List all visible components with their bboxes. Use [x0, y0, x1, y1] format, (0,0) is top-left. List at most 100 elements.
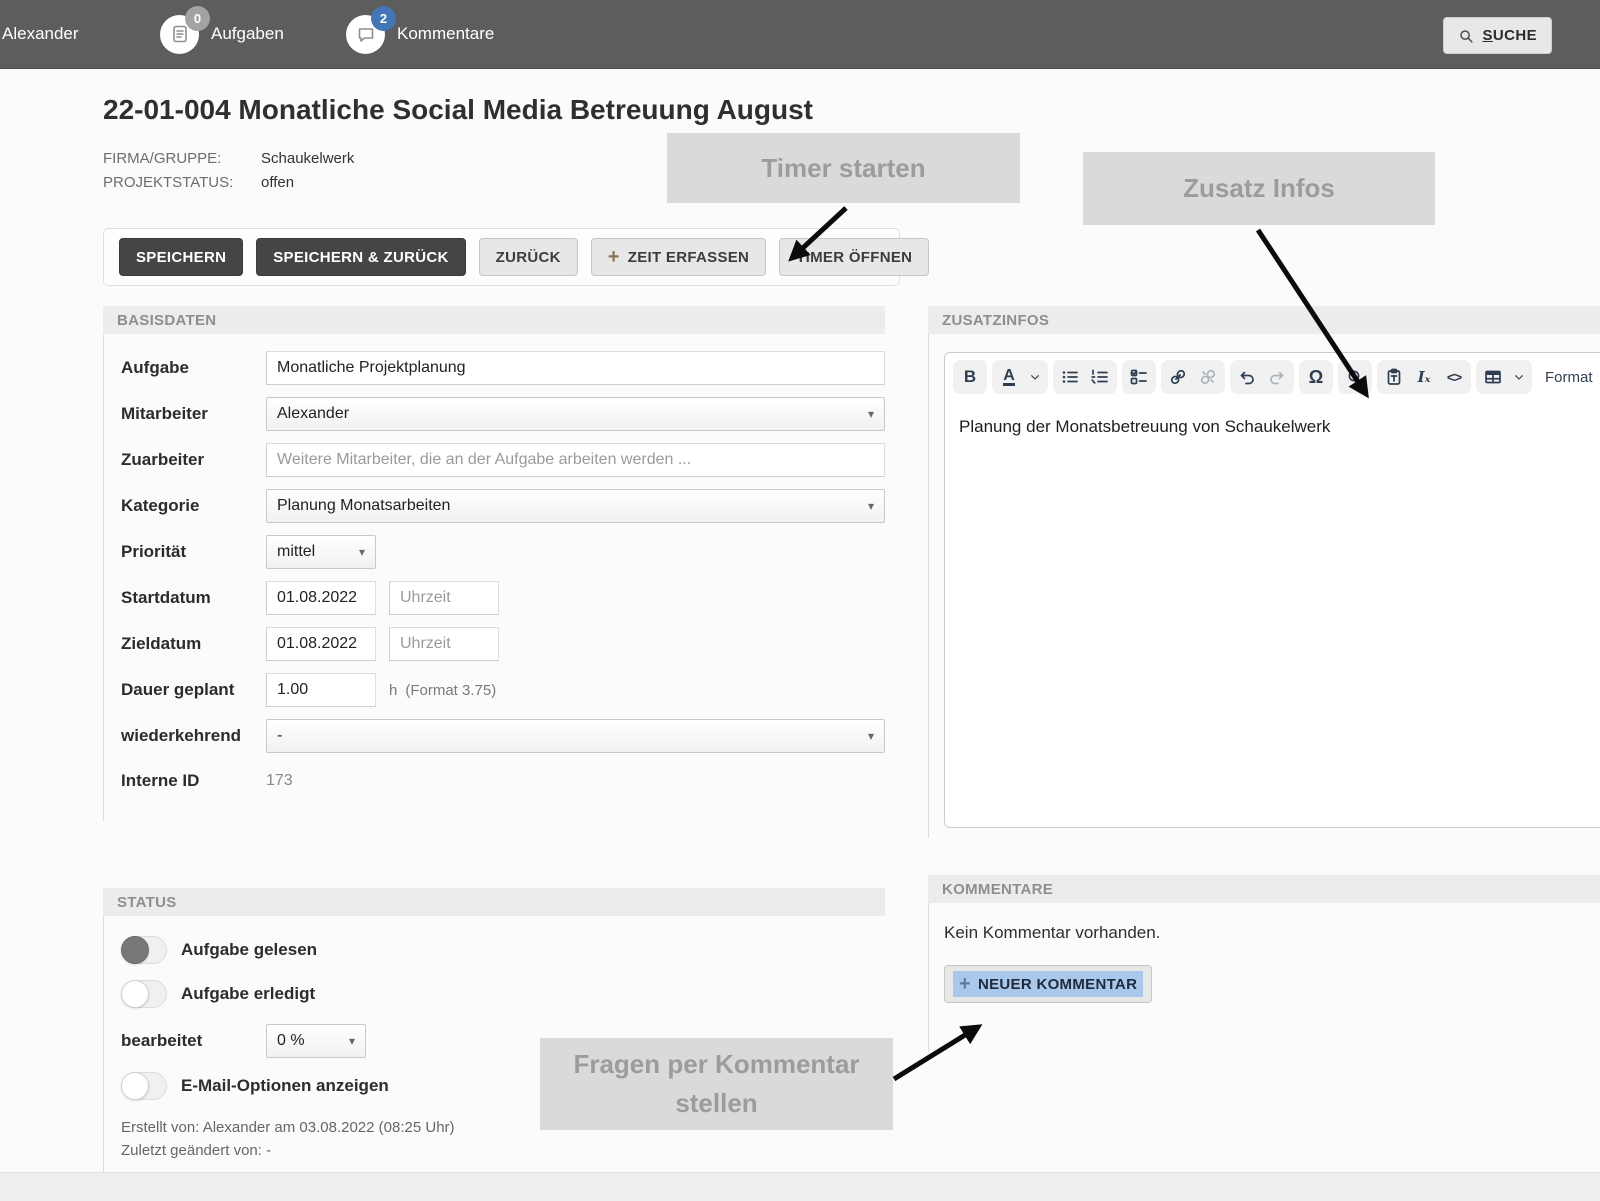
nav-kommentare[interactable]: 2 Kommentare	[346, 0, 494, 68]
link-button[interactable]	[1163, 362, 1193, 392]
prioritaet-label: Priorität	[121, 542, 266, 562]
special-char-button[interactable]: Ω	[1301, 362, 1331, 392]
editor-toolbar: B A Ω	[945, 353, 1600, 401]
task-list-button[interactable]	[1124, 362, 1154, 392]
zeit-erfassen-button[interactable]: + ZEIT ERFASSEN	[591, 238, 766, 276]
status-header: STATUS	[103, 888, 885, 916]
neuer-kommentar-button[interactable]: + NEUER KOMMENTAR	[944, 965, 1152, 1003]
redo-button[interactable]	[1262, 362, 1292, 392]
status-section: STATUS Aufgabe gelesen Aufgabe erledigt …	[103, 888, 885, 1182]
ordered-list-button[interactable]	[1085, 362, 1115, 392]
aufgabe-input[interactable]	[266, 351, 885, 385]
interne-id-value: 173	[266, 772, 293, 790]
timer-oeffnen-button[interactable]: TIMER ÖFFNEN	[779, 238, 929, 276]
interne-id-label: Interne ID	[121, 771, 266, 791]
field-row-dauer: Dauer geplant h (Format 3.75)	[121, 673, 885, 707]
table-dropdown[interactable]	[1508, 362, 1530, 392]
email-optionen-label: E-Mail-Optionen anzeigen	[181, 1076, 389, 1096]
find-replace-button[interactable]	[1340, 362, 1370, 392]
table-icon	[1484, 368, 1502, 386]
field-row-zieldatum: Zieldatum	[121, 627, 885, 661]
richtext-editor: B A Ω	[944, 352, 1600, 828]
editor-content[interactable]: Planung der Monatsbetreuung von Schaukel…	[945, 401, 1600, 453]
field-row-kategorie: Kategorie Planung Monatsarbeiten ▾	[121, 489, 885, 523]
unlink-icon	[1199, 368, 1217, 386]
unlink-button[interactable]	[1193, 362, 1223, 392]
font-color-button[interactable]: A	[994, 362, 1024, 392]
basisdaten-section: BASISDATEN Aufgabe Mitarbeiter Alexander…	[103, 306, 885, 821]
search-button[interactable]: SUCHE	[1443, 17, 1552, 54]
startdatum-input[interactable]	[266, 581, 376, 615]
basisdaten-header: BASISDATEN	[103, 306, 885, 334]
zuarbeiter-label: Zuarbeiter	[121, 450, 266, 470]
aufgabe-erledigt-label: Aufgabe erledigt	[181, 984, 315, 1004]
prioritaet-select[interactable]: mittel ▾	[266, 535, 376, 569]
aufgabe-erledigt-toggle[interactable]	[121, 980, 167, 1008]
firma-gruppe-label: FIRMA/GRUPPE:	[103, 150, 261, 167]
zuarbeiter-input[interactable]	[266, 443, 885, 477]
nav-aufgaben[interactable]: 0 Aufgaben	[160, 0, 284, 68]
wiederkehrend-select-value: -	[277, 727, 860, 745]
font-color-icon: A	[1003, 368, 1015, 386]
wiederkehrend-select[interactable]: - ▾	[266, 719, 885, 753]
prioritaet-select-value: mittel	[277, 543, 351, 561]
aufgaben-badge: 0	[185, 6, 210, 31]
startdatum-uhrzeit-input[interactable]	[389, 581, 499, 615]
mitarbeiter-label: Mitarbeiter	[121, 404, 266, 424]
dauer-input[interactable]	[266, 673, 376, 707]
projektstatus-value: offen	[261, 174, 354, 191]
tasks-icon-wrap: 0	[160, 15, 199, 54]
dauer-suffix: h	[389, 682, 397, 699]
wiederkehrend-label: wiederkehrend	[121, 726, 266, 746]
bold-button[interactable]: B	[955, 362, 985, 392]
chevron-down-icon	[1029, 371, 1041, 383]
redo-icon	[1268, 368, 1286, 386]
undo-button[interactable]	[1232, 362, 1262, 392]
caret-down-icon: ▾	[349, 1034, 355, 1048]
zurueck-button[interactable]: ZURÜCK	[479, 238, 578, 276]
magnifier-icon	[1346, 368, 1364, 386]
mitarbeiter-select[interactable]: Alexander ▾	[266, 397, 885, 431]
zieldatum-uhrzeit-input[interactable]	[389, 627, 499, 661]
toggle-knob	[121, 1072, 149, 1100]
selection-highlight: + NEUER KOMMENTAR	[953, 971, 1143, 997]
nav-aufgaben-label: Aufgaben	[211, 24, 284, 44]
projektstatus-label: PROJEKTSTATUS:	[103, 174, 261, 191]
table-button[interactable]	[1478, 362, 1508, 392]
action-toolbar: SPEICHERN SPEICHERN & ZURÜCK ZURÜCK + ZE…	[103, 228, 900, 286]
startdatum-label: Startdatum	[121, 588, 266, 608]
dauer-format-hint: (Format 3.75)	[405, 682, 496, 699]
user-menu[interactable]: Alexander	[2, 0, 79, 68]
search-icon	[1458, 28, 1474, 44]
kommentare-section: KOMMENTARE Kein Kommentar vorhanden. + N…	[928, 875, 1600, 1051]
ordered-list-icon	[1091, 368, 1109, 386]
bearbeitet-select[interactable]: 0 % ▾	[266, 1024, 366, 1058]
clear-format-button[interactable]: Iₓ	[1409, 362, 1439, 392]
zieldatum-input[interactable]	[266, 627, 376, 661]
speichern-button[interactable]: SPEICHERN	[119, 238, 243, 276]
kommentare-badge: 2	[371, 6, 396, 31]
aufgabe-gelesen-toggle[interactable]	[121, 936, 167, 964]
format-dropdown[interactable]: Format	[1537, 362, 1600, 392]
paste-text-button[interactable]	[1379, 362, 1409, 392]
speichern-zurueck-button[interactable]: SPEICHERN & ZURÜCK	[256, 238, 465, 276]
aufgabe-gelesen-label: Aufgabe gelesen	[181, 940, 317, 960]
zeit-erfassen-label: ZEIT ERFASSEN	[628, 249, 749, 266]
plus-icon: +	[608, 247, 620, 267]
bullet-list-icon	[1061, 368, 1079, 386]
source-code-button[interactable]: <>	[1439, 362, 1469, 392]
aufgabe-label: Aufgabe	[121, 358, 266, 378]
clear-format-icon: Iₓ	[1418, 368, 1431, 386]
caret-down-icon: ▾	[359, 545, 365, 559]
comments-icon-wrap: 2	[346, 15, 385, 54]
undo-icon	[1238, 368, 1256, 386]
email-optionen-toggle[interactable]	[121, 1072, 167, 1100]
field-row-prioritaet: Priorität mittel ▾	[121, 535, 885, 569]
kategorie-select[interactable]: Planung Monatsarbeiten ▾	[266, 489, 885, 523]
field-row-startdatum: Startdatum	[121, 581, 885, 615]
code-icon: <>	[1447, 369, 1461, 385]
kategorie-label: Kategorie	[121, 496, 266, 516]
caret-down-icon: ▾	[868, 407, 874, 421]
bullet-list-button[interactable]	[1055, 362, 1085, 392]
font-color-dropdown[interactable]	[1024, 362, 1046, 392]
